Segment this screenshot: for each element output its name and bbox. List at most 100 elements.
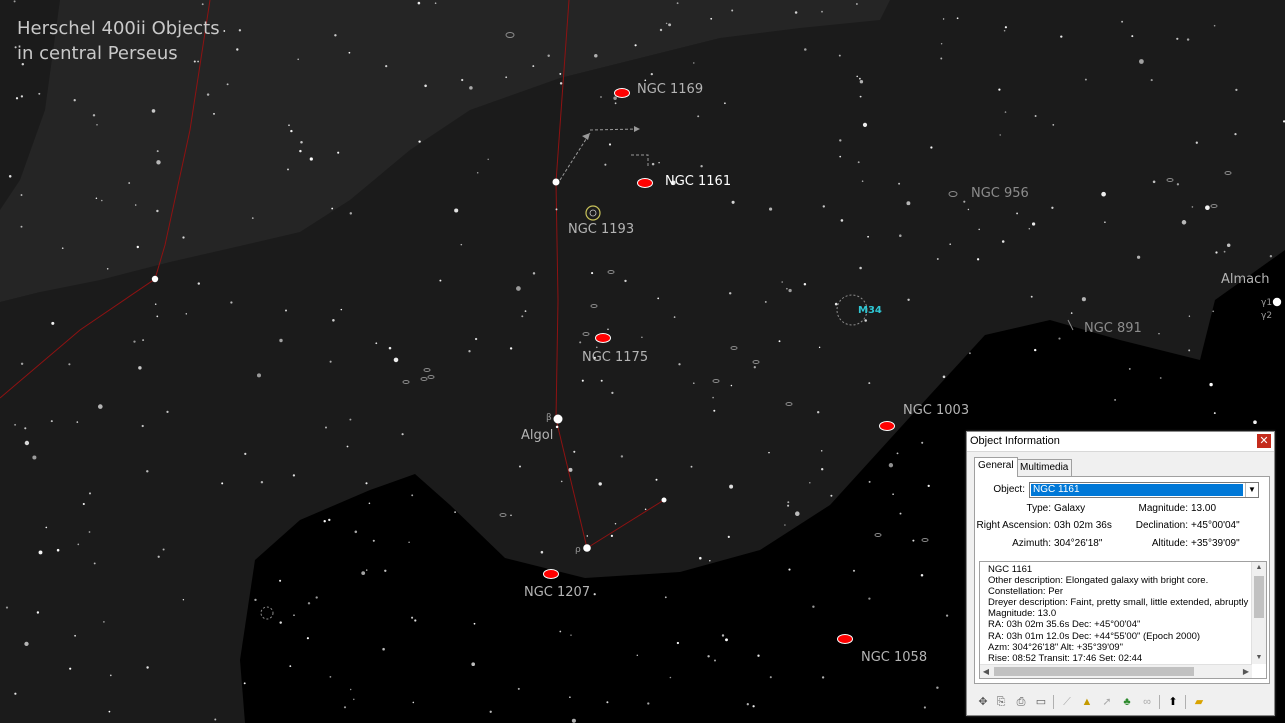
- star: [1234, 133, 1237, 136]
- center-icon[interactable]: ✥: [975, 694, 991, 710]
- star: [540, 550, 544, 554]
- star: [15, 97, 19, 100]
- chevron-down-icon[interactable]: ▼: [1245, 483, 1258, 497]
- description-line: RA: 03h 01m 12.0s Dec: +44°55'00" (Epoch…: [988, 630, 1201, 642]
- link-icon[interactable]: ∞: [1139, 694, 1155, 710]
- label-almach[interactable]: Almach: [1221, 272, 1270, 287]
- horizontal-scrollbar[interactable]: ◀ ▶: [980, 664, 1252, 678]
- label-ngc1193[interactable]: NGC 1193: [568, 222, 634, 237]
- scroll-left-icon[interactable]: ◀: [980, 665, 992, 678]
- slew-icon[interactable]: ➚: [1099, 694, 1115, 710]
- star: [1223, 250, 1226, 253]
- window-titlebar[interactable]: Object Information ✕: [967, 432, 1274, 452]
- star: [727, 535, 730, 538]
- star: [95, 197, 98, 200]
- scroll-down-icon[interactable]: ▼: [1252, 652, 1266, 664]
- star: [1269, 255, 1273, 258]
- star: [411, 616, 414, 619]
- star: [610, 534, 614, 538]
- folder-icon[interactable]: ▰: [1191, 694, 1207, 710]
- star: [1253, 420, 1257, 425]
- star: [927, 484, 930, 488]
- description-line: Other description: Elongated galaxy with…: [988, 575, 1209, 587]
- tab-multimedia[interactable]: Multimedia: [1016, 459, 1073, 476]
- star: [88, 492, 92, 495]
- star: [315, 596, 318, 599]
- label-m34[interactable]: M34: [858, 305, 882, 316]
- star: [607, 328, 609, 331]
- star: [365, 569, 368, 571]
- star: [712, 396, 714, 399]
- star: [93, 562, 96, 565]
- vertical-scrollbar[interactable]: ▲ ▼: [1251, 562, 1266, 664]
- chart-icon[interactable]: ▲: [1079, 694, 1095, 710]
- star: [142, 339, 145, 342]
- label-algol[interactable]: Algol: [521, 428, 553, 443]
- star: [818, 346, 821, 349]
- star: [568, 467, 573, 472]
- label-ngc956[interactable]: NGC 956: [971, 186, 1029, 201]
- star: [151, 109, 156, 113]
- star: [331, 207, 334, 210]
- horizontal-scroll-thumb[interactable]: [994, 667, 1194, 676]
- star: [38, 92, 41, 95]
- star: [24, 440, 30, 446]
- telescope-icon[interactable]: ⟋: [1059, 694, 1075, 710]
- ngc1175-marker: [595, 333, 611, 343]
- label-ngc1169[interactable]: NGC 1169: [637, 82, 703, 97]
- star: [1188, 315, 1191, 317]
- star: [651, 162, 655, 166]
- star: [942, 375, 946, 379]
- label-ngc1003[interactable]: NGC 1003: [903, 403, 969, 418]
- star: [61, 247, 64, 250]
- star: [868, 597, 871, 600]
- ngc1058-marker: [837, 634, 853, 644]
- label-ngc1161[interactable]: NGC 1161: [665, 174, 731, 189]
- star: [936, 686, 939, 689]
- star: [1235, 88, 1238, 92]
- tab-general[interactable]: General: [974, 457, 1018, 477]
- star: [106, 268, 109, 270]
- star: [197, 282, 200, 285]
- star: [20, 194, 23, 196]
- star: [96, 124, 98, 126]
- star: [288, 124, 290, 127]
- vertical-scroll-thumb[interactable]: [1254, 576, 1264, 618]
- label-ngc1175[interactable]: NGC 1175: [582, 350, 648, 365]
- close-icon[interactable]: ✕: [1257, 434, 1271, 448]
- star: [73, 99, 76, 102]
- star: [956, 17, 959, 20]
- description-line: Azm: 304°26'18" Alt: +35°39'09": [988, 641, 1123, 653]
- window-toolbar: ✥ ⎘ ⎙ ▭ ⟋ ▲ ➚ ♣ ∞ ⬆ ▰: [969, 692, 1269, 712]
- scroll-up-icon[interactable]: ▲: [1252, 562, 1266, 574]
- star: [461, 78, 464, 82]
- object-select[interactable]: NGC 1161 ▼: [1029, 482, 1259, 498]
- label-ngc891[interactable]: NGC 891: [1084, 321, 1142, 336]
- copy-icon[interactable]: ⎘: [993, 694, 1009, 710]
- star: [586, 535, 589, 537]
- star: [821, 468, 824, 471]
- description-textbox[interactable]: NGC 1161 Other description: Elongated ga…: [979, 561, 1267, 679]
- star: [591, 272, 594, 275]
- star: [803, 283, 807, 286]
- label-ngc1207[interactable]: NGC 1207: [524, 585, 590, 600]
- print-icon[interactable]: ⎙: [1013, 694, 1029, 710]
- star: [593, 593, 596, 596]
- type-label: Type:: [1026, 503, 1051, 514]
- up-arrow-icon[interactable]: ⬆: [1165, 694, 1181, 710]
- star: [166, 410, 169, 414]
- star: [655, 478, 658, 481]
- star: [348, 51, 351, 54]
- book-icon[interactable]: ▭: [1033, 694, 1049, 710]
- star: [707, 655, 710, 658]
- star: [1136, 255, 1141, 259]
- label-ngc1058[interactable]: NGC 1058: [861, 650, 927, 665]
- star: [469, 86, 473, 90]
- tree-icon[interactable]: ♣: [1119, 694, 1135, 710]
- object-information-window[interactable]: Object Information ✕ General Multimedia …: [966, 431, 1275, 716]
- scroll-right-icon[interactable]: ▶: [1240, 665, 1252, 678]
- star: [1176, 183, 1180, 186]
- star: [146, 470, 149, 473]
- star: [641, 336, 643, 339]
- star: [709, 560, 711, 562]
